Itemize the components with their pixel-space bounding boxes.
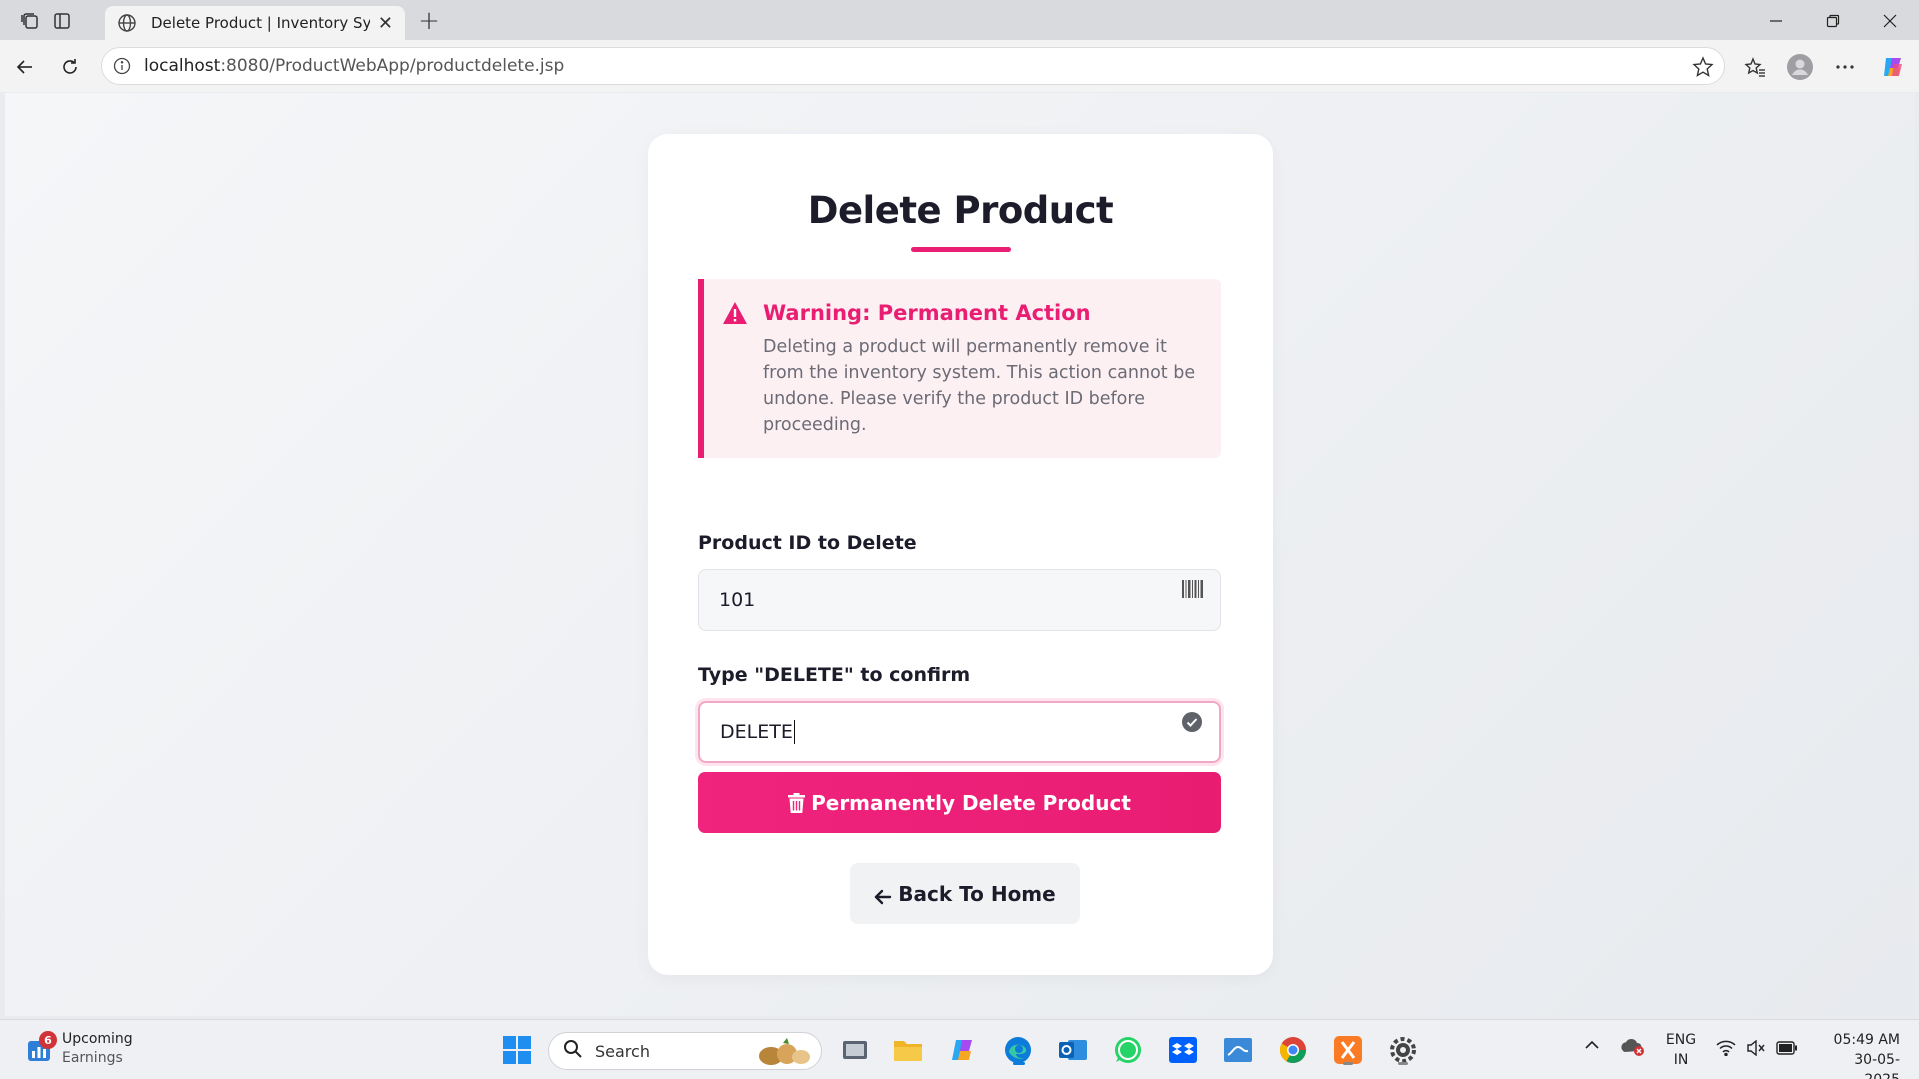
barcode-icon	[1182, 580, 1204, 598]
warning-body: Deleting a product will permanently remo…	[763, 337, 1196, 435]
language-code: ENG	[1665, 1032, 1697, 1048]
chevron-up-icon[interactable]	[1584, 1038, 1600, 1054]
favorites-icon[interactable]	[1741, 53, 1769, 81]
url-field[interactable]: localhost:8080/ProductWebApp/productdele…	[101, 47, 1725, 85]
back-to-home-button[interactable]: Back To Home	[850, 863, 1080, 924]
widget-subtitle: Earnings	[62, 1050, 123, 1066]
product-id-value: 101	[719, 589, 756, 611]
url-path: :8080/ProductWebApp/productdelete.jsp	[220, 56, 565, 76]
dropbox-icon[interactable]	[1166, 1033, 1200, 1067]
battery-icon[interactable]	[1776, 1041, 1798, 1059]
language-indicator[interactable]: ENG IN	[1664, 1030, 1698, 1070]
edge-browser-icon[interactable]	[1001, 1033, 1035, 1067]
active-tab[interactable]: Delete Product | Inventory System ✕	[105, 6, 405, 40]
outlook-icon[interactable]	[1056, 1033, 1090, 1067]
warning-title: Warning: Permanent Action	[763, 301, 1091, 325]
address-bar-row: localhost:8080/ProductWebApp/productdele…	[0, 40, 1919, 92]
minimize-icon[interactable]	[1756, 6, 1796, 36]
back-icon[interactable]	[10, 52, 40, 82]
active-indicator	[1343, 1062, 1353, 1065]
file-explorer-icon[interactable]	[891, 1033, 925, 1067]
active-indicator	[1398, 1062, 1408, 1065]
delete-button-label: Permanently Delete Product	[811, 790, 1131, 815]
whatsapp-icon[interactable]	[1111, 1033, 1145, 1067]
permanently-delete-button[interactable]: Permanently Delete Product	[698, 772, 1221, 833]
clock-date: 30-05-2025	[1854, 1052, 1900, 1079]
tab-actions-icon[interactable]	[49, 8, 75, 34]
page-title: Delete Product	[807, 189, 1114, 232]
search-placeholder: Search	[595, 1041, 650, 1061]
warning-alert: Warning: Permanent Action Deleting a pro…	[698, 279, 1221, 458]
taskbar-search[interactable]: Search	[548, 1032, 822, 1070]
url-text: localhost:8080/ProductWebApp/productdele…	[144, 56, 564, 76]
check-circle-icon	[1181, 711, 1203, 733]
warning-triangle-icon	[722, 301, 750, 327]
workspaces-icon[interactable]	[17, 8, 43, 34]
close-tab-icon[interactable]: ✕	[378, 13, 393, 34]
site-info-icon[interactable]	[112, 56, 132, 76]
text-caret	[793, 720, 795, 744]
restore-icon[interactable]	[1813, 6, 1853, 36]
tab-title: Delete Product | Inventory System	[151, 14, 370, 32]
page-background: Delete Product Warning: Permanent Action…	[5, 93, 1915, 1016]
chrome-icon[interactable]	[1276, 1033, 1310, 1067]
xampp-icon[interactable]	[1331, 1033, 1365, 1067]
arrow-left-icon	[874, 886, 892, 904]
profile-avatar[interactable]	[1786, 53, 1814, 81]
region-code: IN	[1673, 1052, 1689, 1068]
system-clock[interactable]: 05:49 AM 30-05-2025	[1820, 1030, 1900, 1079]
stock-chart-icon: 6	[26, 1031, 57, 1063]
task-view-icon[interactable]	[838, 1033, 872, 1067]
url-host: localhost	[144, 56, 221, 76]
trash-icon	[788, 792, 806, 813]
mysql-workbench-icon[interactable]	[1221, 1033, 1255, 1067]
globe-icon	[117, 13, 137, 33]
wifi-icon[interactable]	[1716, 1040, 1736, 1060]
volume-muted-icon[interactable]	[1746, 1039, 1766, 1060]
new-tab-button[interactable]: +	[414, 6, 444, 36]
tab-bar: Delete Product | Inventory System ✕ +	[0, 0, 1919, 40]
copilot-app-icon[interactable]	[946, 1033, 980, 1067]
start-button[interactable]	[500, 1033, 534, 1067]
more-options-icon[interactable]	[1831, 53, 1859, 81]
product-id-input[interactable]: 101	[698, 569, 1221, 631]
delete-product-card: Delete Product Warning: Permanent Action…	[648, 134, 1273, 975]
clock-time: 05:49 AM	[1833, 1032, 1900, 1048]
back-button-label: Back To Home	[898, 881, 1056, 906]
confirm-label: Type "DELETE" to confirm	[698, 664, 971, 686]
notification-badge: 6	[39, 1031, 57, 1049]
taskbar: 6 Upcoming Earnings Search ENG IN 05:49 …	[0, 1019, 1919, 1079]
confirm-value: DELETE	[720, 721, 793, 743]
search-icon	[563, 1039, 583, 1063]
onedrive-error-icon[interactable]	[1620, 1037, 1646, 1061]
title-underline	[911, 247, 1011, 252]
search-highlight-icon	[753, 1037, 813, 1071]
news-widget[interactable]: 6 Upcoming Earnings	[26, 1030, 133, 1068]
close-window-icon[interactable]	[1870, 6, 1910, 36]
product-id-label: Product ID to Delete	[698, 532, 917, 554]
favorite-star-icon[interactable]	[1692, 56, 1714, 78]
refresh-icon[interactable]	[55, 52, 85, 82]
confirm-delete-input[interactable]: DELETE	[698, 701, 1221, 763]
active-indicator	[1013, 1062, 1025, 1065]
settings-gear-icon[interactable]	[1386, 1033, 1420, 1067]
widget-title: Upcoming	[62, 1031, 133, 1047]
copilot-icon[interactable]	[1879, 53, 1907, 81]
